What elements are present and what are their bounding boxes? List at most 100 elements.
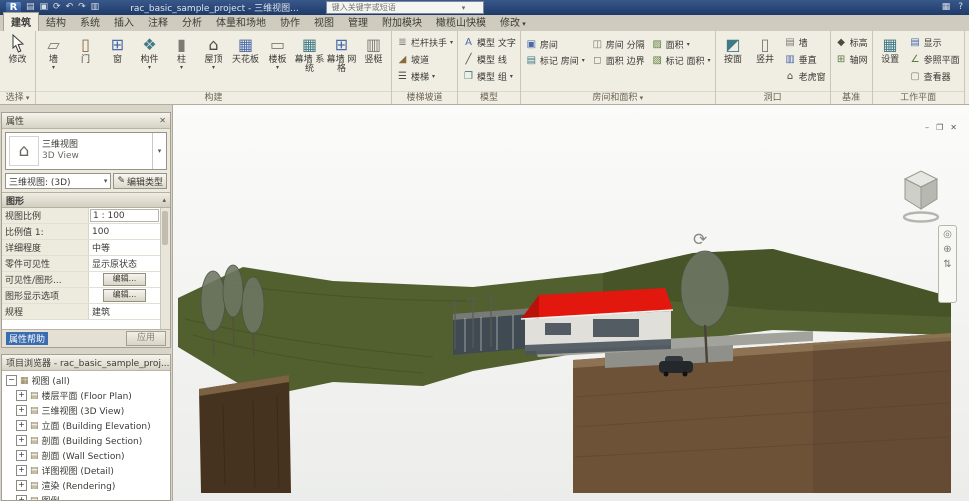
floor-tool[interactable]: ▭ 楼板 <box>262 32 293 90</box>
wall-tool[interactable]: ▱ 墙 <box>38 32 69 90</box>
curtain-grid-tool[interactable]: ⊞ 幕墙 网格 <box>326 32 357 90</box>
railing-tool[interactable]: ≣ 栏杆扶手 <box>394 34 455 50</box>
set-workplane-tool[interactable]: ▦ 设置 <box>875 32 906 90</box>
properties-close-icon[interactable]: ✕ <box>159 116 166 125</box>
pan-icon[interactable]: ⇅ <box>943 260 951 270</box>
keyword-search-input[interactable] <box>330 2 462 13</box>
scale-value[interactable]: 100 <box>89 224 160 239</box>
edit-type-button[interactable]: ✎ 编辑类型 <box>113 173 167 189</box>
roof-tool[interactable]: ⌂ 屋顶 <box>198 32 229 90</box>
3d-viewport[interactable]: ⟳ – ❐ ✕ ◎ ⊕ ⇅ <box>172 105 969 501</box>
type-selector-arrow-icon[interactable] <box>152 133 166 169</box>
area-boundary-tool[interactable]: ◻ 面积 边界 <box>589 52 647 68</box>
expander-icon[interactable] <box>16 495 27 500</box>
apply-button[interactable]: 应用 <box>126 331 166 346</box>
tab-massing-site[interactable]: 体量和场地 <box>209 13 273 31</box>
ramp-tool[interactable]: ◢ 坡道 <box>394 51 455 67</box>
steering-wheel-icon[interactable]: ◎ <box>943 230 952 240</box>
collapse-section-icon[interactable]: ▴ <box>162 196 166 204</box>
area-tool[interactable]: ▨ 面积 <box>649 36 713 52</box>
door-tool[interactable]: ▯ 门 <box>70 32 101 90</box>
tree-item-legend[interactable]: ▤ 图例 <box>2 493 170 500</box>
tab-collaborate[interactable]: 协作 <box>273 13 307 31</box>
vertical-opening-tool[interactable]: ▥ 垂直 <box>782 51 828 67</box>
properties-header[interactable]: 属性 ✕ <box>2 113 170 129</box>
viewcube[interactable] <box>895 163 947 228</box>
tree-item-3d-view[interactable]: ▤ 三维视图 (3D View) <box>2 403 170 418</box>
search-dropdown-icon[interactable] <box>462 3 466 13</box>
tab-systems[interactable]: 系统 <box>73 13 107 31</box>
properties-scrollbar[interactable] <box>160 208 170 329</box>
show-workplane-tool[interactable]: ▤ 显示 <box>907 34 962 50</box>
tree-item-detail[interactable]: ▤ 详图视图 (Detail) <box>2 463 170 478</box>
save-icon[interactable]: ▣ <box>40 0 49 15</box>
mullion-tool[interactable]: ▥ 竖梃 <box>358 32 389 90</box>
exchange-apps-icon[interactable]: ▦ <box>942 0 951 15</box>
room-separator-tool[interactable]: ◫ 房间 分隔 <box>589 36 647 52</box>
shaft-tool[interactable]: ▯ 竖井 <box>750 32 781 90</box>
graphic-options-edit-button[interactable]: 编辑... <box>103 289 147 302</box>
tag-room-tool[interactable]: ▤ 标记 房间 <box>523 52 587 68</box>
tree-item-building-section[interactable]: ▤ 剖面 (Building Section) <box>2 433 170 448</box>
wall-opening-tool[interactable]: ▤ 墙 <box>782 34 828 50</box>
viewer-tool[interactable]: ▢ 查看器 <box>907 68 962 84</box>
dormer-tool[interactable]: ⌂ 老虎窗 <box>782 68 828 84</box>
tab-structure[interactable]: 结构 <box>39 13 73 31</box>
curtain-system-tool[interactable]: ▦ 幕墙 系统 <box>294 32 325 90</box>
sync-icon[interactable]: ⟳ <box>53 0 61 15</box>
visibility-edit-button[interactable]: 编辑... <box>103 273 147 286</box>
tree-item-views-root[interactable]: ▦ 视图 (all) <box>2 373 170 388</box>
ceiling-tool[interactable]: ▦ 天花板 <box>230 32 261 90</box>
undo-icon[interactable]: ↶ <box>66 0 74 15</box>
expander-icon[interactable] <box>16 420 27 431</box>
column-tool[interactable]: ▮ 柱 <box>166 32 197 90</box>
tab-insert[interactable]: 插入 <box>107 13 141 31</box>
tab-olive-mountain[interactable]: 橄榄山快模 <box>429 13 493 31</box>
expander-icon[interactable] <box>16 390 27 401</box>
tab-manage[interactable]: 管理 <box>341 13 375 31</box>
zoom-icon[interactable]: ⊕ <box>943 245 951 255</box>
tab-modify[interactable]: 修改 <box>493 13 533 31</box>
view-filter-select[interactable]: 三维视图: (3D) <box>5 173 111 189</box>
model-line-tool[interactable]: ╱ 模型 线 <box>460 51 518 67</box>
stair-tool[interactable]: ☰ 楼梯 <box>394 68 455 84</box>
detail-level-value[interactable]: 中等 <box>89 240 160 255</box>
3d-scene[interactable]: ⟳ <box>173 105 969 501</box>
model-text-tool[interactable]: A 模型 文字 <box>460 34 518 50</box>
expander-icon[interactable] <box>16 435 27 446</box>
graphics-section-header[interactable]: 图形 ▴ <box>2 192 170 208</box>
tree-item-elevation[interactable]: ▤ 立面 (Building Elevation) <box>2 418 170 433</box>
print-icon[interactable]: ▥ <box>91 0 100 15</box>
panel-label-room-area[interactable]: 房间和面积 <box>521 91 715 104</box>
open-icon[interactable]: ▤ <box>26 0 35 15</box>
tag-area-tool[interactable]: ▧ 标记 面积 <box>649 52 713 68</box>
model-group-tool[interactable]: ❐ 模型 组 <box>460 68 518 84</box>
tree-item-wall-section[interactable]: ▤ 剖面 (Wall Section) <box>2 448 170 463</box>
tree-item-rendering[interactable]: ▤ 渲染 (Rendering) <box>2 478 170 493</box>
view-minimize-button[interactable]: – <box>925 123 929 132</box>
room-tool[interactable]: ▣ 房间 <box>523 36 587 52</box>
expander-icon[interactable] <box>6 375 17 386</box>
view-close-button[interactable]: ✕ <box>950 123 957 132</box>
component-tool[interactable]: ❖ 构件 <box>134 32 165 90</box>
view-scale-value[interactable]: 1 : 100 <box>90 209 159 222</box>
grid-tool[interactable]: ⊞ 轴网 <box>833 51 870 67</box>
tab-addins[interactable]: 附加模块 <box>375 13 429 31</box>
view-restore-button[interactable]: ❐ <box>936 123 943 132</box>
redo-icon[interactable]: ↷ <box>78 0 86 15</box>
project-browser-header[interactable]: 项目浏览器 - rac_basic_sample_proj... ✕ <box>2 355 170 371</box>
expander-icon[interactable] <box>16 465 27 476</box>
expander-icon[interactable] <box>16 450 27 461</box>
type-selector[interactable]: ⌂ 三维视图 3D View <box>5 132 167 170</box>
parts-visibility-value[interactable]: 显示原状态 <box>89 256 160 271</box>
panel-label-select[interactable]: 选择 <box>0 91 35 104</box>
tab-view[interactable]: 视图 <box>307 13 341 31</box>
expander-icon[interactable] <box>16 405 27 416</box>
modify-tool[interactable]: 修改 <box>2 32 33 90</box>
expander-icon[interactable] <box>16 480 27 491</box>
opening-by-face-tool[interactable]: ◩ 按面 <box>718 32 749 90</box>
properties-help-link[interactable]: 属性帮助 <box>6 332 48 345</box>
tab-analyze[interactable]: 分析 <box>175 13 209 31</box>
discipline-value[interactable]: 建筑 <box>89 304 160 319</box>
ref-plane-tool[interactable]: ∠ 参照平面 <box>907 51 962 67</box>
